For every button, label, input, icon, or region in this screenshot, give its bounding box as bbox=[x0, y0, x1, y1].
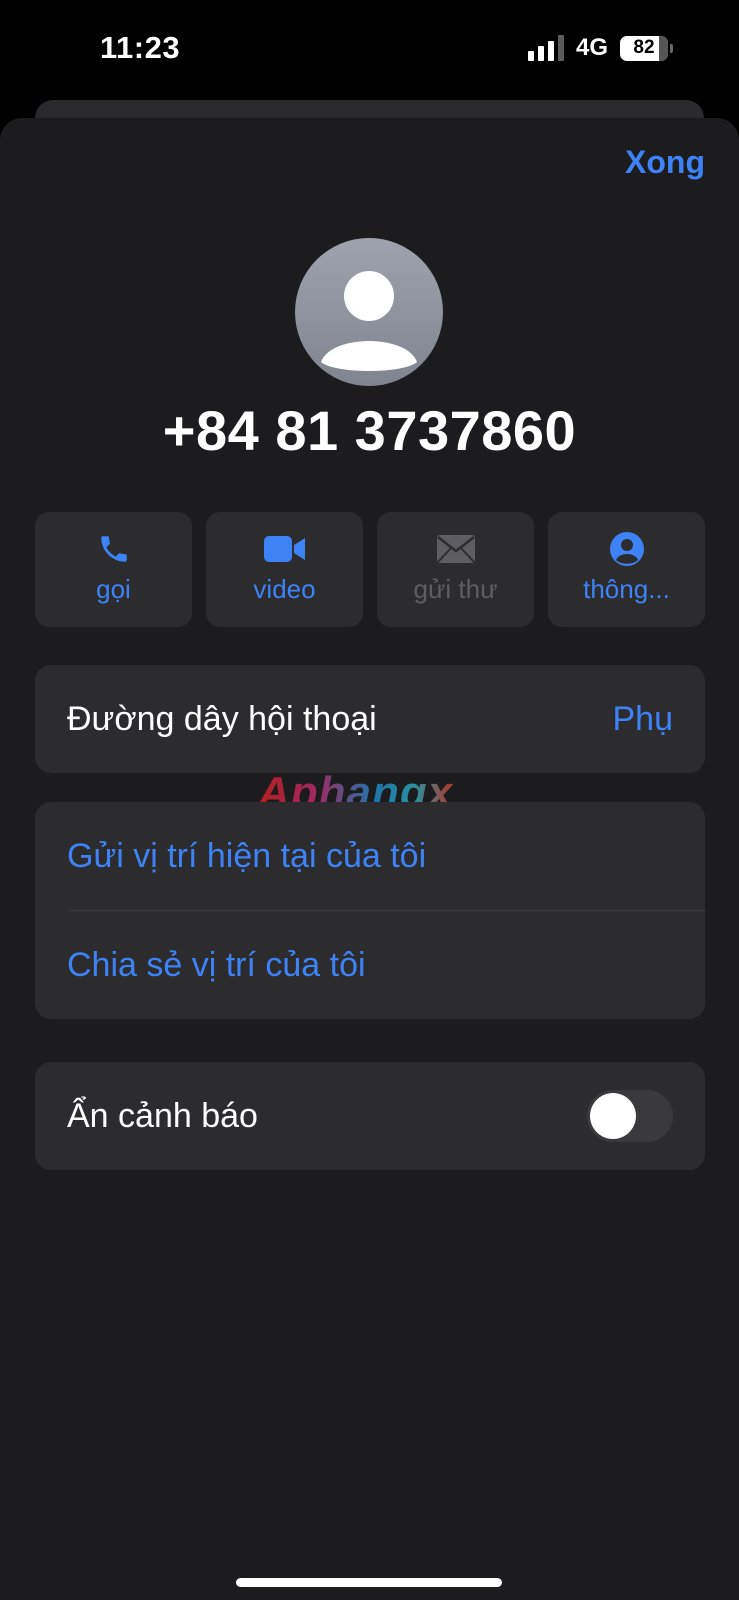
status-bar: 11:23 4G 82 bbox=[0, 0, 739, 100]
video-camera-icon bbox=[263, 532, 306, 566]
info-label: thông... bbox=[583, 574, 670, 604]
contact-name: +84 81 3737860 bbox=[162, 399, 577, 462]
hide-alerts-label: Ẩn cảnh báo bbox=[67, 1096, 258, 1135]
conversation-line-row[interactable]: Đường dây hội thoại Phụ bbox=[35, 665, 705, 773]
info-button[interactable]: thông... bbox=[548, 512, 705, 627]
call-label: gọi bbox=[96, 574, 131, 604]
conversation-line-card: Đường dây hội thoại Phụ bbox=[35, 665, 705, 773]
battery-icon: 82 bbox=[620, 35, 673, 61]
mail-label: gửi thư bbox=[413, 574, 498, 604]
toggle-knob bbox=[590, 1093, 636, 1139]
hide-alerts-card: Ẩn cảnh báo bbox=[35, 1062, 705, 1170]
contact-details-sheet: Xong +84 81 3737860 gọi video gửi thư th… bbox=[0, 118, 739, 1600]
status-indicators: 4G 82 bbox=[527, 34, 673, 62]
conversation-line-label: Đường dây hội thoại bbox=[67, 699, 377, 738]
network-type: 4G bbox=[575, 34, 608, 61]
share-location-button[interactable]: Chia sẻ vị trí của tôi bbox=[35, 911, 705, 1019]
hide-alerts-toggle[interactable] bbox=[587, 1090, 673, 1142]
video-button[interactable]: video bbox=[206, 512, 363, 627]
send-current-location-button[interactable]: Gửi vị trí hiện tại của tôi bbox=[35, 802, 705, 910]
mail-button[interactable]: gửi thư bbox=[377, 512, 534, 627]
person-circle-icon bbox=[609, 532, 645, 566]
conversation-line-value: Phụ bbox=[612, 699, 674, 738]
call-button[interactable]: gọi bbox=[35, 512, 192, 627]
status-time: 11:23 bbox=[100, 30, 181, 65]
location-card: Gửi vị trí hiện tại của tôi Chia sẻ vị t… bbox=[35, 802, 705, 1019]
video-label: video bbox=[253, 574, 316, 604]
home-indicator[interactable] bbox=[236, 1578, 502, 1587]
envelope-icon bbox=[436, 532, 476, 566]
action-buttons: gọi video gửi thư thông... bbox=[35, 512, 705, 627]
hide-alerts-row: Ẩn cảnh báo bbox=[35, 1062, 705, 1170]
battery-level: 82 bbox=[633, 37, 655, 58]
phone-icon bbox=[97, 532, 131, 566]
cellular-signal-icon bbox=[527, 35, 564, 61]
done-button[interactable]: Xong bbox=[625, 144, 705, 181]
person-silhouette-icon bbox=[295, 238, 443, 386]
